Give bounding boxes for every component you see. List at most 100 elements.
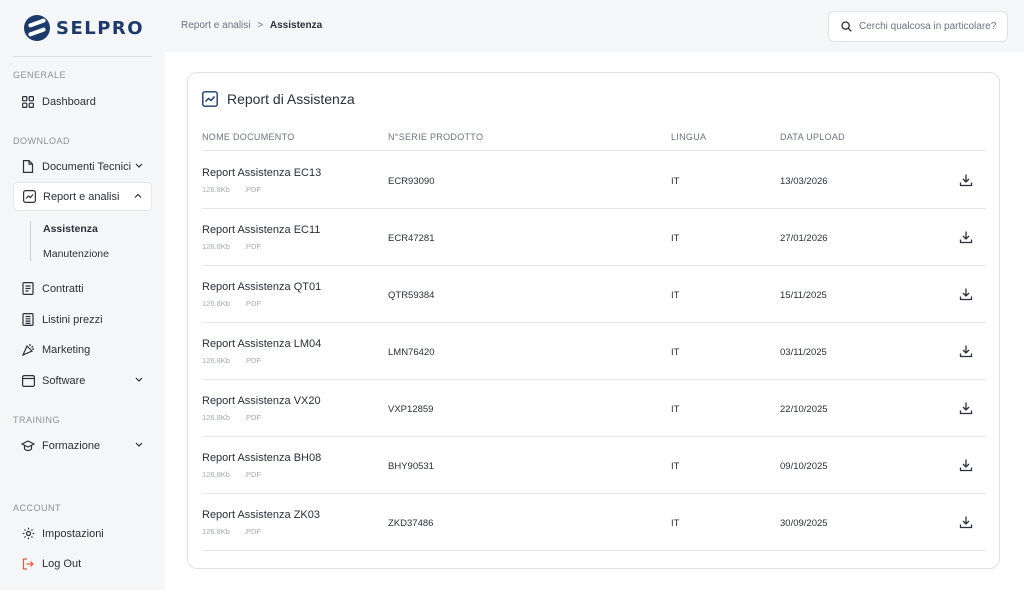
report-card: Report di Assistenza NOME DOCUMENTO N°SE… <box>187 72 1000 569</box>
document-meta: 126.8Kb .PDF <box>202 470 275 479</box>
chevron-up-icon <box>134 193 142 198</box>
table-row: Report Assistenza QT01 126.8Kb .PDF QTR59… <box>202 266 986 323</box>
language: IT <box>671 461 680 472</box>
column-header-lingua: LINGUA <box>671 132 707 142</box>
marketing-icon <box>21 343 35 357</box>
document-name[interactable]: Report Assistenza BH08 <box>202 452 321 464</box>
sidebar-item-impostazioni[interactable]: Impostazioni <box>13 519 152 548</box>
document-meta: 126.8Kb .PDF <box>202 185 275 194</box>
language: IT <box>671 233 680 244</box>
sidebar-subitem-assistenza[interactable]: Assistenza <box>43 223 98 235</box>
contract-icon <box>21 282 35 296</box>
upload-date: 27/01/2026 <box>780 233 828 244</box>
logout-icon <box>21 557 35 571</box>
file-type: .PDF <box>243 185 262 194</box>
section-label-training: TRAINING <box>13 415 61 425</box>
document-meta: 126.8Kb .PDF <box>202 299 275 308</box>
sidebar-item-label: Dashboard <box>42 95 96 108</box>
language: IT <box>671 404 680 415</box>
upload-date: 13/03/2026 <box>780 176 828 187</box>
upload-date: 22/10/2025 <box>780 404 828 415</box>
table-row: Report Assistenza EC13 126.8Kb .PDF ECR93… <box>202 152 986 209</box>
chevron-down-icon <box>135 163 143 168</box>
sidebar-item-marketing[interactable]: Marketing <box>13 335 152 364</box>
sidebar-item-label: Report e analisi <box>43 190 120 203</box>
logo-mark-icon <box>24 15 50 41</box>
chevron-down-icon <box>135 377 143 382</box>
search-input[interactable] <box>859 21 1004 32</box>
chevron-down-icon <box>135 442 143 447</box>
column-header-serie-prodotto: N°SERIE PRODOTTO <box>388 132 484 142</box>
document-meta: 126.8Kb .PDF <box>202 527 275 536</box>
language: IT <box>671 347 680 358</box>
document-name[interactable]: Report Assistenza VX20 <box>202 395 321 407</box>
breadcrumb-separator: > <box>257 20 264 31</box>
sidebar-item-documenti-tecnici[interactable]: Documenti Tecnici <box>13 152 152 181</box>
table-row: Report Assistenza VX20 126.8Kb .PDF VXP12… <box>202 380 986 437</box>
file-size: 126.8Kb <box>202 527 230 536</box>
breadcrumb-parent[interactable]: Report e analisi <box>181 20 250 31</box>
sidebar-item-report-e-analisi[interactable]: Report e analisi <box>13 182 152 211</box>
section-label-download: DOWNLOAD <box>13 136 71 146</box>
price-list-icon <box>21 313 35 327</box>
serial-number: VXP12859 <box>388 404 434 415</box>
breadcrumb: Report e analisi > Assistenza <box>181 20 322 31</box>
sidebar-subitem-manutenzione[interactable]: Manutenzione <box>43 248 109 260</box>
download-icon[interactable] <box>959 173 973 187</box>
selpro-logo[interactable]: SELPRO <box>24 14 144 42</box>
sidebar-item-label: Documenti Tecnici <box>42 160 132 173</box>
graduation-cap-icon <box>21 439 35 453</box>
chart-icon <box>202 91 218 107</box>
download-icon[interactable] <box>959 401 973 415</box>
file-size: 126.8Kb <box>202 356 230 365</box>
language: IT <box>671 176 680 187</box>
download-icon[interactable] <box>959 287 973 301</box>
file-size: 126.8Kb <box>202 299 230 308</box>
serial-number: ECR47281 <box>388 233 435 244</box>
sidebar-item-formazione[interactable]: Formazione <box>13 431 152 460</box>
upload-date: 30/09/2025 <box>780 518 828 529</box>
table-row: Report Assistenza ZK03 126.8Kb .PDF ZKD37… <box>202 494 986 551</box>
search-box[interactable] <box>828 11 1008 42</box>
document-name[interactable]: Report Assistenza EC13 <box>202 167 321 179</box>
language: IT <box>671 290 680 301</box>
main-content: Report di Assistenza NOME DOCUMENTO N°SE… <box>165 52 1024 590</box>
gear-icon <box>21 527 35 541</box>
sidebar-item-log-out[interactable]: Log Out <box>13 549 152 578</box>
serial-number: LMN76420 <box>388 347 435 358</box>
serial-number: ECR93090 <box>388 176 435 187</box>
document-name[interactable]: Report Assistenza ZK03 <box>202 509 320 521</box>
sidebar-item-label: Marketing <box>42 343 91 356</box>
file-type: .PDF <box>243 356 262 365</box>
sidebar-item-dashboard[interactable]: Dashboard <box>13 87 152 116</box>
file-size: 126.8Kb <box>202 242 230 251</box>
file-size: 126.8Kb <box>202 470 230 479</box>
sidebar-item-label: Formazione <box>42 439 101 452</box>
download-icon[interactable] <box>959 230 973 244</box>
document-icon <box>21 160 35 174</box>
download-icon[interactable] <box>959 515 973 529</box>
upload-date: 15/11/2025 <box>780 290 827 301</box>
grid-icon <box>21 95 35 109</box>
sidebar-item-label: Software <box>42 374 86 387</box>
sidebar-item-listini-prezzi[interactable]: Listini prezzi <box>13 305 152 334</box>
sidebar-item-contratti[interactable]: Contratti <box>13 274 152 303</box>
serial-number: BHY90531 <box>388 461 434 472</box>
table-row: Report Assistenza LM04 126.8Kb .PDF LMN76… <box>202 323 986 380</box>
file-type: .PDF <box>243 242 262 251</box>
document-name[interactable]: Report Assistenza QT01 <box>202 281 321 293</box>
window-icon <box>21 374 35 388</box>
table-row: Report Assistenza BH08 126.8Kb .PDF BHY90… <box>202 437 986 494</box>
sidebar-item-label: Impostazioni <box>42 527 104 540</box>
sidebar-item-label: Listini prezzi <box>42 313 103 326</box>
document-name[interactable]: Report Assistenza LM04 <box>202 338 321 350</box>
sidebar-item-software[interactable]: Software <box>13 366 152 395</box>
download-icon[interactable] <box>959 344 973 358</box>
file-type: .PDF <box>243 527 262 536</box>
page-title: Report di Assistenza <box>227 91 355 107</box>
file-size: 126.8Kb <box>202 185 230 194</box>
document-name[interactable]: Report Assistenza EC11 <box>202 224 320 236</box>
search-icon <box>841 21 852 32</box>
column-header-nome-documento: NOME DOCUMENTO <box>202 132 295 142</box>
download-icon[interactable] <box>959 458 973 472</box>
